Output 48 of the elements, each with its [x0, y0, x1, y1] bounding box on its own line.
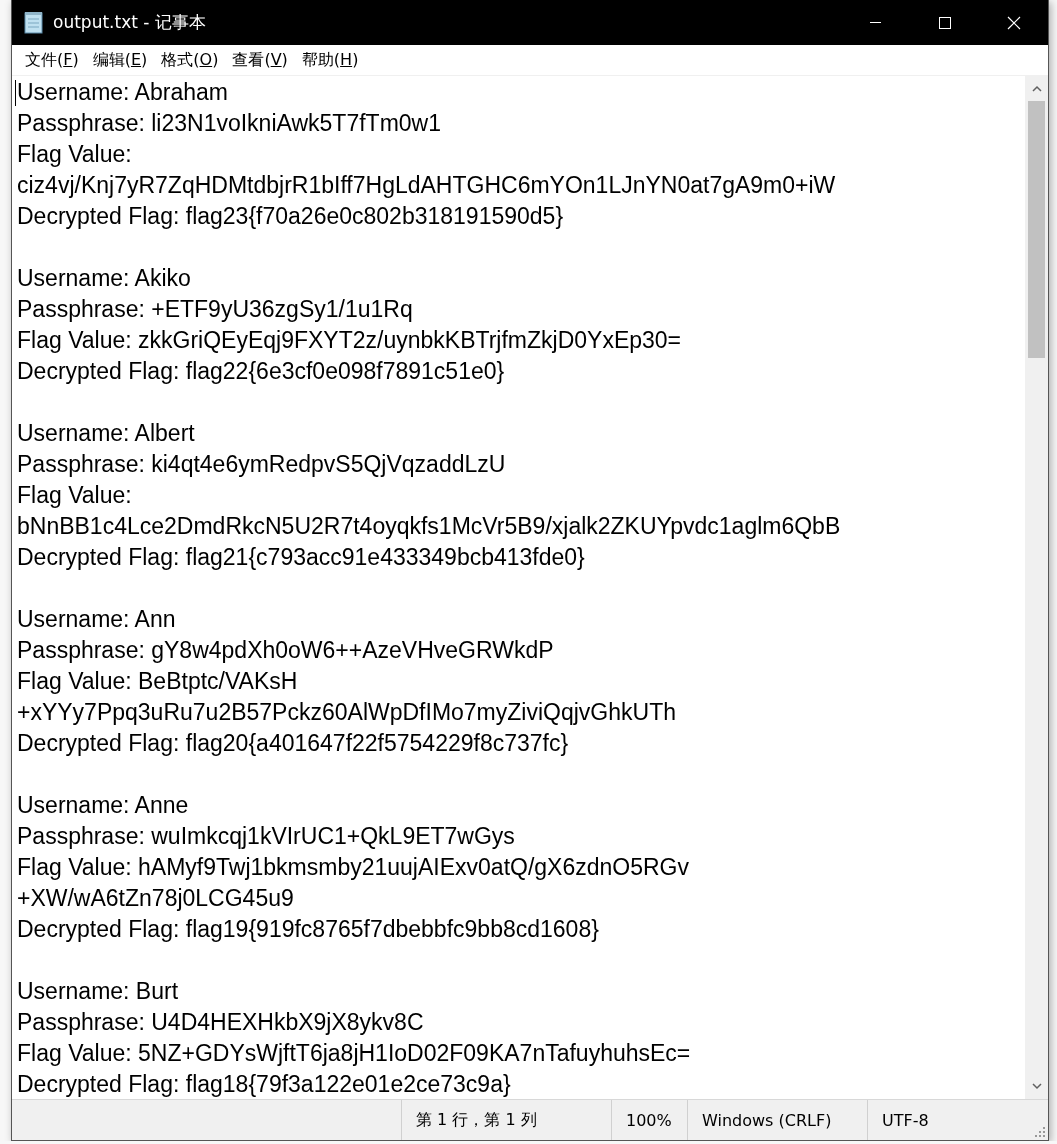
text-line: Passphrase: wuImkcqj1kVIrUC1+QkL9ET7wGys [17, 822, 515, 851]
text-line: +xYYy7Ppq3uRu7u2B57Pckz60AlWpDfIMo7myZiviQqjvGhkUTh [17, 698, 676, 727]
text-line: Decrypted Flag: flag19{919fc8765f7dbebbfc9bb8cd1608} [17, 915, 599, 944]
scrollbar-thumb[interactable] [1028, 101, 1045, 358]
vertical-scrollbar[interactable] [1025, 76, 1048, 1099]
text-line: Username: Abraham [17, 78, 228, 107]
scroll-up-icon[interactable] [1031, 85, 1042, 92]
menu-item[interactable]: 帮助(H) [295, 49, 365, 71]
text-line: Flag Value: hAMyf9Twj1bkmsmby21uujAIExv0atQ/gX6zdnO5RGv [17, 853, 689, 882]
text-line: Flag Value: [17, 481, 132, 510]
text-line: Flag Value: zkkGriQEyEqj9FXYT2z/uynbkKBTrjfmZkjD0YxEp30= [17, 326, 682, 355]
menu-item[interactable]: 查看(V) [226, 49, 294, 71]
text-line: +XW/wA6tZn78j0LCG45u9 [17, 884, 294, 913]
close-icon [1006, 15, 1021, 30]
text-cursor [15, 80, 16, 106]
minimize-icon [870, 22, 881, 23]
encoding: UTF-8 [882, 1110, 929, 1130]
text-line: Username: Anne [17, 791, 189, 820]
text-line: Username: Albert [17, 419, 195, 448]
text-line: Username: Akiko [17, 264, 191, 293]
menu-item[interactable]: 编辑(E) [86, 49, 154, 71]
menu-item[interactable]: 文件(F) [19, 49, 85, 71]
text-line: Passphrase: +ETF9yU36zgSy1/1u1Rq [17, 295, 413, 324]
text-line: Decrypted Flag: flag23{f70a26e0c802b318191590d5} [17, 202, 564, 231]
text-line: Decrypted Flag: flag22{6e3cf0e098f7891c51e0} [17, 357, 505, 386]
window-title: output.txt - 记事本 [53, 11, 206, 34]
text-line: bNnBB1c4Lce2DmdRkcN5U2R7t4oyqkfs1McVr5B9/xjalk2ZKUYpvdc1aglm6QbB [17, 512, 841, 541]
zoom-level: 100% [626, 1110, 672, 1130]
text-line: Passphrase: U4D4HEXHkbX9jX8ykv8C [17, 1008, 424, 1037]
text-line: Flag Value: BeBtptc/VAKsH [17, 667, 298, 696]
text-line: Decrypted Flag: flag20{a401647f22f5754229f8c737fc} [17, 729, 569, 758]
menu-item[interactable]: 格式(O) [155, 49, 225, 71]
text-line: Username: Burt [17, 977, 179, 1006]
text-line: Passphrase: li23N1voIkniAwk5T7fTm0w1 [17, 109, 441, 138]
cursor-position: 第 1 行，第 1 列 [416, 1109, 537, 1131]
text-line: Flag Value: [17, 140, 132, 169]
text-line: Username: Ann [17, 605, 176, 634]
scroll-down-icon[interactable] [1031, 1083, 1042, 1090]
line-ending: Windows (CRLF) [702, 1110, 832, 1130]
text-line: Decrypted Flag: flag21{c793acc91e433349bcb413fde0} [17, 543, 585, 572]
maximize-icon [937, 15, 952, 30]
resize-grip-icon[interactable] [1035, 1127, 1045, 1137]
text-line: ciz4vj/Knj7yR7ZqHDMtdbjrR1bIff7HgLdAHTGHC6mYOn1LJnYN0at7gA9m0+iW [17, 171, 836, 200]
notepad-icon [23, 10, 45, 35]
text-line: Decrypted Flag: flag18{79f3a122e01e2ce73c9a} [17, 1070, 511, 1099]
text-line: Flag Value: 5NZ+GDYsWjftT6ja8jH1IoD02F09KA7nTafuyhuhsEc= [17, 1039, 691, 1068]
text-line: Passphrase: ki4qt4e6ymRedpvS5QjVqzaddLzU [17, 450, 506, 479]
text-line: Passphrase: gY8w4pdXh0oW6++AzeVHveGRWkdP [17, 636, 554, 665]
